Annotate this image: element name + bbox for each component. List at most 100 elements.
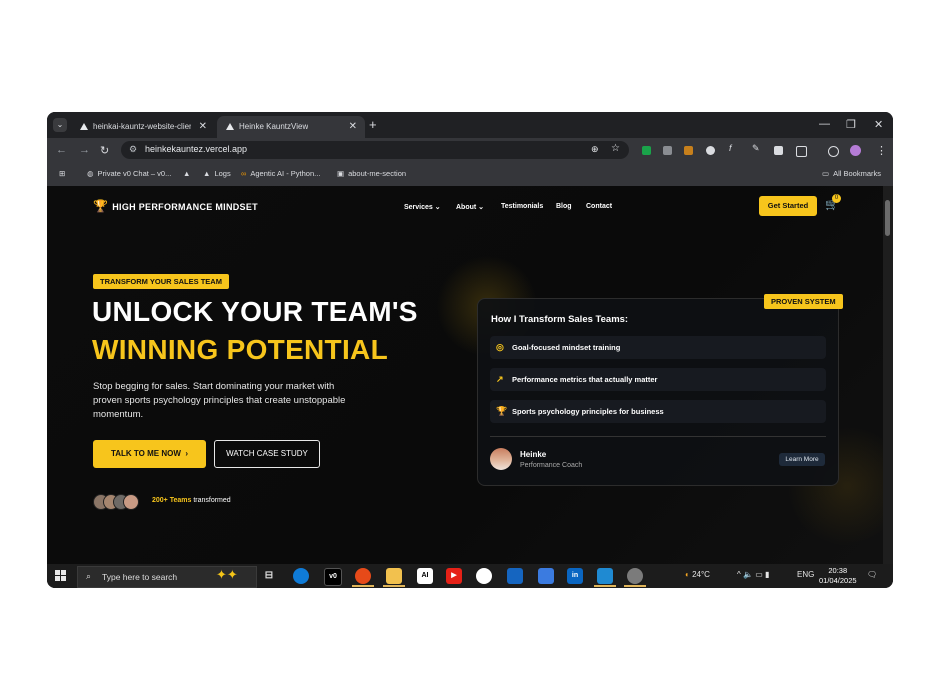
url-text: heinkekauntez.vercel.app (145, 144, 248, 154)
bookmark-item[interactable]: ◍ Private v0 Chat – v0... (87, 168, 171, 180)
copilot-icon[interactable] (828, 146, 839, 157)
folder-icon: ▭ (822, 169, 830, 178)
globe-icon: ◍ (87, 169, 94, 178)
bookmark-item[interactable]: ▲ Logs (203, 168, 231, 180)
avatar (123, 494, 139, 510)
learn-more-button[interactable]: Learn More (779, 453, 825, 466)
ai-app-icon[interactable]: AI (417, 568, 433, 584)
chrome-icon[interactable] (355, 568, 371, 584)
chevron-up-icon: ^ (737, 570, 741, 579)
nav-services[interactable]: Services ⌄ (404, 203, 441, 211)
close-tab-icon[interactable]: ✕ (199, 116, 207, 138)
chevron-down-icon: ⌄ (478, 204, 485, 211)
coach-name: Heinke (520, 450, 547, 459)
zoom-icon[interactable]: ⊕ (591, 144, 599, 155)
webpage: 🏆 HIGH PERFORMANCE MINDSET Services ⌄ Abo… (47, 186, 883, 564)
chevron-down-icon: ⌄ (434, 204, 441, 211)
new-tab-button[interactable]: + (369, 117, 377, 132)
extension-icon[interactable] (642, 146, 651, 155)
file-explorer-icon[interactable] (386, 568, 402, 584)
menu-kebab-icon[interactable]: ⋮ (876, 144, 887, 157)
photos-icon[interactable] (538, 568, 554, 584)
profile-avatar[interactable] (850, 145, 861, 156)
restore-icon[interactable]: ❐ (846, 118, 856, 131)
windows-start-icon[interactable] (55, 570, 66, 581)
nav-testimonials[interactable]: Testimonials (501, 203, 543, 210)
edge-icon[interactable] (293, 568, 309, 584)
infinity-icon: ∞ (241, 169, 247, 178)
language-indicator[interactable]: ENG (797, 570, 814, 579)
notification-icon[interactable]: 🗨 (867, 570, 877, 579)
close-window-icon[interactable]: ✕ (874, 118, 883, 131)
nav-about[interactable]: About ⌄ (456, 203, 484, 211)
nav-contact[interactable]: Contact (586, 203, 612, 210)
taskbar-search[interactable]: ⌕ Type here to search ✦✦ (77, 566, 257, 588)
all-bookmarks[interactable]: ▭ All Bookmarks (822, 168, 881, 180)
scrollbar-thumb[interactable] (885, 200, 890, 236)
chrome-profile-icon[interactable] (627, 568, 643, 584)
tab-website-client[interactable]: heinkai-kauntz-website-client - ✕ (71, 116, 215, 138)
nav-blog[interactable]: Blog (556, 203, 572, 210)
hero-description: Stop begging for sales. Start dominating… (93, 381, 346, 420)
extension-icon[interactable] (706, 146, 715, 155)
running-indicator (383, 585, 405, 587)
bookmark-item[interactable]: ▣ about-me-section (337, 168, 406, 180)
tab-title: Heinke KauntzView (239, 122, 309, 131)
bookmark-star-icon[interactable]: ☆ (611, 143, 620, 154)
watch-case-study-button[interactable]: WATCH CASE STUDY (214, 440, 320, 468)
vercel-icon: ▲ (183, 169, 191, 178)
reload-icon[interactable]: ↻ (100, 144, 109, 157)
weather-icon: ◐ (685, 570, 690, 579)
bookmark-item[interactable]: ▲ (183, 168, 194, 180)
search-placeholder: Type here to search (102, 572, 178, 582)
apps-grid-icon[interactable]: ⊞ (59, 168, 65, 180)
running-indicator (624, 585, 646, 587)
battery-icon: ▮ (765, 570, 770, 579)
minimize-icon[interactable]: — (819, 118, 830, 130)
v0-app-icon[interactable]: v0 (324, 568, 342, 586)
github-icon[interactable] (476, 568, 492, 584)
target-icon: ◎ (496, 342, 504, 352)
hero-headline-highlight: WINNING POTENTIAL (92, 334, 388, 365)
talk-to-me-button[interactable]: TALK TO ME NOW › (93, 440, 206, 468)
close-tab-icon[interactable]: ✕ (349, 116, 357, 138)
linkedin-icon[interactable]: in (567, 568, 583, 584)
extensions-puzzle-icon[interactable] (796, 146, 807, 157)
cart-icon[interactable]: 🛒 0 (825, 194, 841, 211)
camera-icon[interactable] (774, 146, 783, 155)
page-scrollbar[interactable] (883, 186, 893, 564)
network-icon: ▭ (755, 570, 763, 579)
site-logo[interactable]: 🏆 HIGH PERFORMANCE MINDSET (93, 199, 258, 213)
v0-icon: ▣ (337, 169, 345, 178)
windows-taskbar: ⌕ Type here to search ✦✦ ⊟ v0 AI ▶ in ◐ … (47, 564, 893, 588)
trophy-icon: 🏆 (496, 406, 508, 416)
avatar-stack (93, 494, 145, 510)
site-info-icon[interactable]: ⚙ (129, 144, 137, 155)
forward-icon[interactable]: → (79, 144, 90, 156)
tab-active[interactable]: Heinke KauntzView ✕ (217, 116, 365, 138)
get-started-button[interactable]: Get Started (759, 196, 817, 216)
extension-icon[interactable] (684, 146, 693, 155)
bookmark-item[interactable]: ∞ Agentic AI - Python... (241, 168, 320, 180)
taskbar-clock[interactable]: 20:38 01/04/2025 (819, 566, 857, 586)
system-tray-icons[interactable]: ^ 🔈 ▭ ▮ (737, 570, 769, 579)
vscode-icon[interactable] (597, 568, 613, 584)
vercel-icon: ▲ (203, 169, 211, 178)
weather-widget[interactable]: ◐ 24°C (685, 570, 710, 579)
tab-search-button[interactable]: ⌄ (53, 118, 67, 132)
bookmarks-bar: ⊞ ◍ Private v0 Chat – v0... ▲ ▲ Logs ∞ Agen… (47, 162, 893, 187)
back-icon[interactable]: ← (56, 144, 67, 156)
extension-icon[interactable] (663, 146, 672, 155)
search-icon: ⌕ (86, 571, 92, 581)
proven-system-badge: PROVEN SYSTEM (764, 294, 843, 309)
address-bar[interactable]: ⚙ heinkekauntez.vercel.app ⊕ ☆ (121, 141, 629, 159)
vercel-icon (226, 123, 234, 130)
youtube-icon[interactable]: ▶ (446, 568, 462, 584)
font-extension-icon[interactable]: f (729, 143, 738, 153)
running-indicator (352, 585, 374, 587)
outlook-icon[interactable] (507, 568, 523, 584)
card-divider (490, 436, 826, 437)
pen-icon[interactable]: ✎ (752, 143, 761, 153)
task-view-icon[interactable]: ⊟ (261, 568, 277, 584)
transform-card: How I Transform Sales Teams: ◎ Goal-focus… (477, 298, 839, 486)
